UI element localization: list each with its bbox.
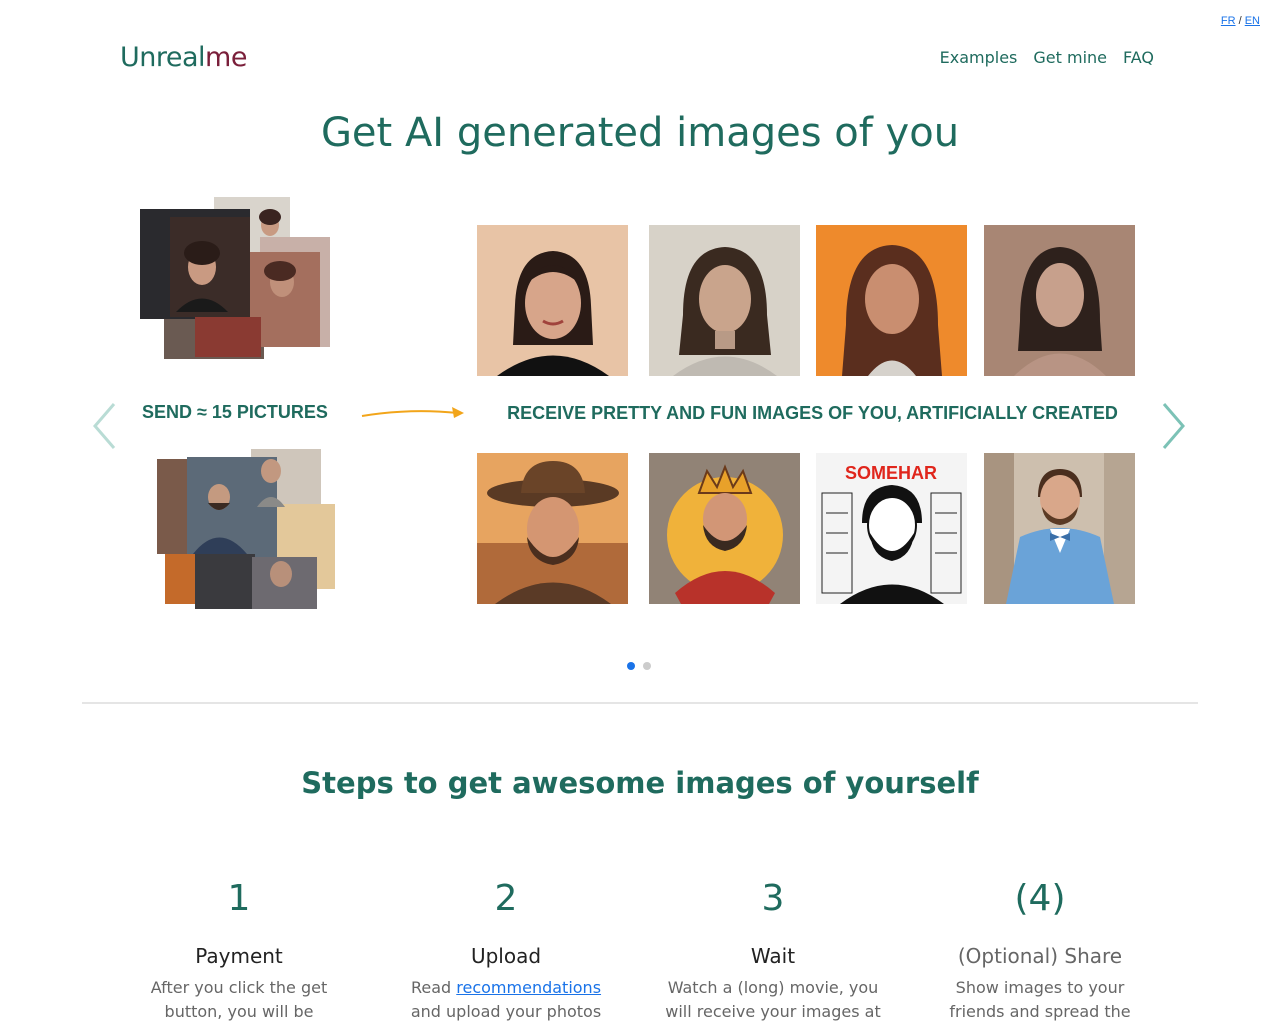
lang-fr-link[interactable]: FR	[1221, 15, 1236, 27]
step-name: (Optional) Share	[957, 944, 1123, 968]
generated-image[interactable]	[984, 453, 1135, 604]
generated-image[interactable]	[649, 453, 800, 604]
send-pictures-label: SEND ≈ 15 PICTURES	[142, 402, 328, 422]
hero-title: Get AI generated images of you	[320, 110, 960, 156]
carousel-prev-button[interactable]	[90, 400, 120, 452]
step-description: Watch a (long) movie, you will receive y…	[665, 978, 881, 1021]
input-photos-faces	[176, 209, 296, 312]
step-number: 2	[494, 878, 518, 919]
chevron-left-icon	[93, 403, 116, 449]
step-description: Show images to your friends and spread t…	[949, 978, 1131, 1021]
generated-image[interactable]	[816, 225, 967, 376]
carousel-dot-2[interactable]	[643, 662, 651, 670]
portrait-thumbnail-text: SOMEHAR	[845, 463, 937, 483]
carousel-next-button[interactable]	[1158, 400, 1188, 452]
language-switch: FR / EN	[1221, 15, 1260, 27]
step-number: (4)	[1014, 878, 1066, 919]
step-number: 3	[761, 878, 785, 919]
recommendations-link[interactable]: recommendations	[456, 978, 601, 997]
step-description: After you click the get button, you will…	[150, 978, 328, 1021]
generated-image[interactable]	[477, 225, 628, 376]
steps-title: Steps to get awesome images of yourself	[301, 766, 979, 800]
step-1: 1 Payment After you click the get button…	[129, 878, 349, 1024]
nav-get-mine[interactable]: Get mine	[1033, 48, 1107, 67]
step-name: Upload	[470, 944, 542, 968]
receive-images-label: RECEIVE PRETTY AND FUN IMAGES OF YOU, AR…	[507, 403, 1118, 423]
input-photos-collage-woman	[140, 197, 335, 362]
step-name: Payment	[195, 944, 283, 968]
nav-faq[interactable]: FAQ	[1123, 48, 1154, 67]
step-description: Read recommendations and upload your pho…	[410, 978, 602, 1021]
section-divider	[82, 702, 1198, 704]
chevron-right-icon	[1162, 403, 1185, 449]
step-number: 1	[227, 878, 251, 919]
input-photos-faces	[193, 459, 292, 587]
generated-image[interactable]: SOMEHAR	[816, 453, 967, 604]
step-3: 3 Wait Watch a (long) movie, you will re…	[663, 878, 883, 1024]
generated-image[interactable]	[649, 225, 800, 376]
lang-en-link[interactable]: EN	[1245, 15, 1260, 27]
generated-image[interactable]	[477, 453, 628, 604]
site-logo[interactable]: Unrealme	[120, 42, 247, 73]
carousel-indicators	[627, 662, 651, 670]
generated-image[interactable]	[984, 225, 1135, 376]
step-name: Wait	[750, 944, 796, 968]
logo-text-me: me	[205, 42, 247, 73]
input-photos-collage-man	[157, 449, 337, 611]
step-2: 2 Upload Read recommendations and upload…	[396, 878, 616, 1024]
nav-examples[interactable]: Examples	[940, 48, 1018, 67]
lang-separator: /	[1238, 15, 1242, 27]
arrow-right-icon	[361, 407, 464, 418]
main-nav: Examples Get mine FAQ	[940, 48, 1154, 67]
carousel-dot-1[interactable]	[627, 662, 635, 670]
logo-text-unreal: Unreal	[120, 42, 206, 73]
step-4: (4) (Optional) Share Show images to your…	[930, 878, 1150, 1024]
